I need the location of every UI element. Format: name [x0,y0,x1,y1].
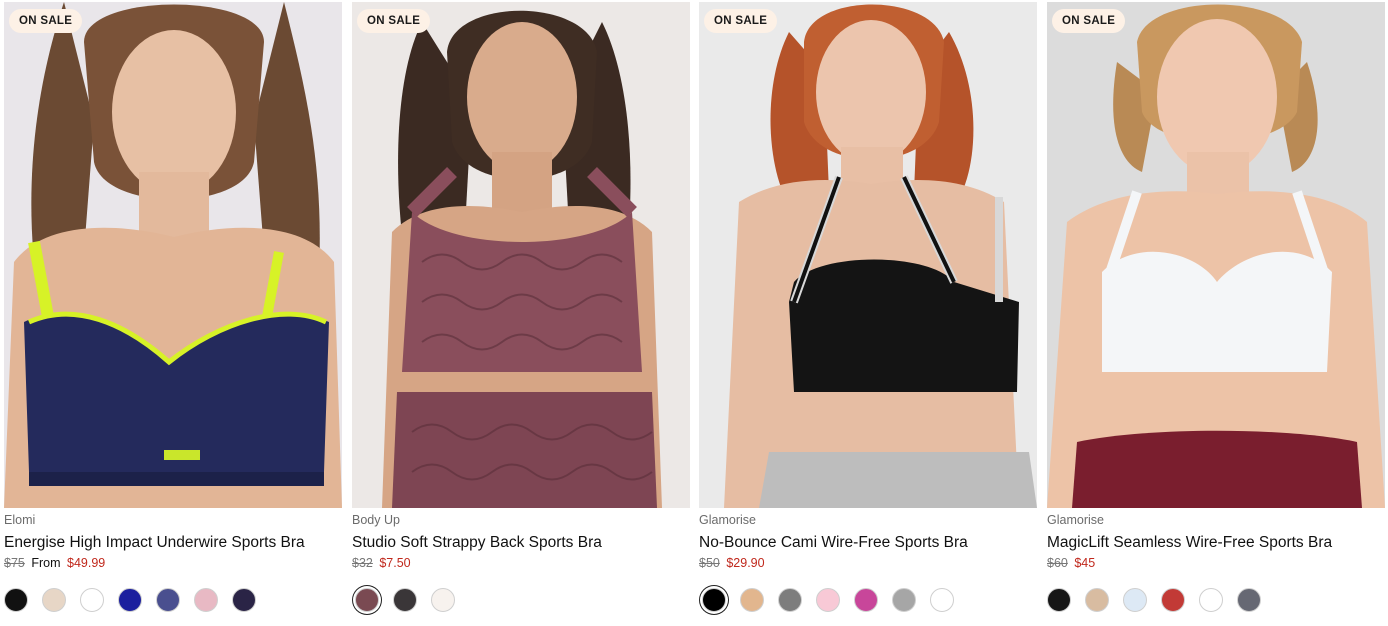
color-swatch[interactable] [778,588,802,612]
product-brand: Body Up [352,513,400,527]
color-swatch[interactable] [1085,588,1109,612]
product-grid: ON SALE Elomi Energise High Impact Under… [0,0,1388,626]
color-swatch[interactable] [80,588,104,612]
product-card[interactable]: ON SALE Elomi Energise High Impact Under… [4,2,342,615]
product-title[interactable]: Studio Soft Strappy Back Sports Bra [352,533,690,552]
on-sale-badge: ON SALE [704,9,778,33]
sale-price: $49.99 [67,556,106,570]
original-price: $32 [352,556,373,570]
original-price: $60 [1047,556,1068,570]
product-brand: Glamorise [1047,513,1104,527]
color-swatch[interactable] [740,588,764,612]
product-price: $75 From $49.99 [4,556,342,571]
model-photo [1047,2,1385,508]
original-price: $75 [4,556,25,570]
original-price: $50 [699,556,720,570]
product-title[interactable]: No-Bounce Cami Wire-Free Sports Bra [699,533,1037,552]
product-price: $50 $29.90 [699,556,1037,571]
color-swatch[interactable] [431,588,455,612]
color-swatch[interactable] [156,588,180,612]
product-card[interactable]: ON SALE Glamorise No-Bounce Cami Wire-Fr… [699,2,1037,615]
product-title[interactable]: MagicLift Seamless Wire-Free Sports Bra [1047,533,1385,552]
model-photo [4,2,342,508]
color-swatch[interactable] [1047,588,1071,612]
color-swatch[interactable] [194,588,218,612]
on-sale-badge: ON SALE [1052,9,1126,33]
product-title[interactable]: Energise High Impact Underwire Sports Br… [4,533,342,552]
color-swatch[interactable] [42,588,66,612]
color-swatch[interactable] [1199,588,1223,612]
sale-price: $45 [1074,556,1096,570]
color-swatch[interactable] [930,588,954,612]
product-image[interactable]: ON SALE [699,2,1037,508]
product-card[interactable]: ON SALE Glamorise MagicLift Seamless Wir… [1047,2,1385,615]
color-swatch[interactable] [854,588,878,612]
product-image[interactable]: ON SALE [1047,2,1385,508]
color-swatches [352,585,690,615]
product-image[interactable]: ON SALE [4,2,342,508]
product-brand: Glamorise [699,513,756,527]
sale-price: $7.50 [379,556,411,570]
product-price: $32 $7.50 [352,556,690,571]
color-swatch[interactable] [393,588,417,612]
product-price: $60 $45 [1047,556,1385,571]
color-swatches [1047,585,1385,615]
model-photo [699,2,1037,508]
model-photo [352,2,690,508]
color-swatch[interactable] [355,588,379,612]
color-swatch[interactable] [816,588,840,612]
color-swatch[interactable] [4,588,28,612]
color-swatch[interactable] [118,588,142,612]
color-swatch[interactable] [1123,588,1147,612]
price-prefix: From [31,556,61,570]
product-card[interactable]: ON SALE Body Up Studio Soft Strappy Back… [352,2,690,615]
product-image[interactable]: ON SALE [352,2,690,508]
color-swatch[interactable] [1237,588,1261,612]
sale-price: $29.90 [726,556,765,570]
color-swatch[interactable] [1161,588,1185,612]
on-sale-badge: ON SALE [357,9,431,33]
color-swatch[interactable] [702,588,726,612]
color-swatch[interactable] [892,588,916,612]
color-swatch[interactable] [232,588,256,612]
on-sale-badge: ON SALE [9,9,83,33]
product-brand: Elomi [4,513,36,527]
color-swatches [699,585,1037,615]
color-swatches [4,585,342,615]
